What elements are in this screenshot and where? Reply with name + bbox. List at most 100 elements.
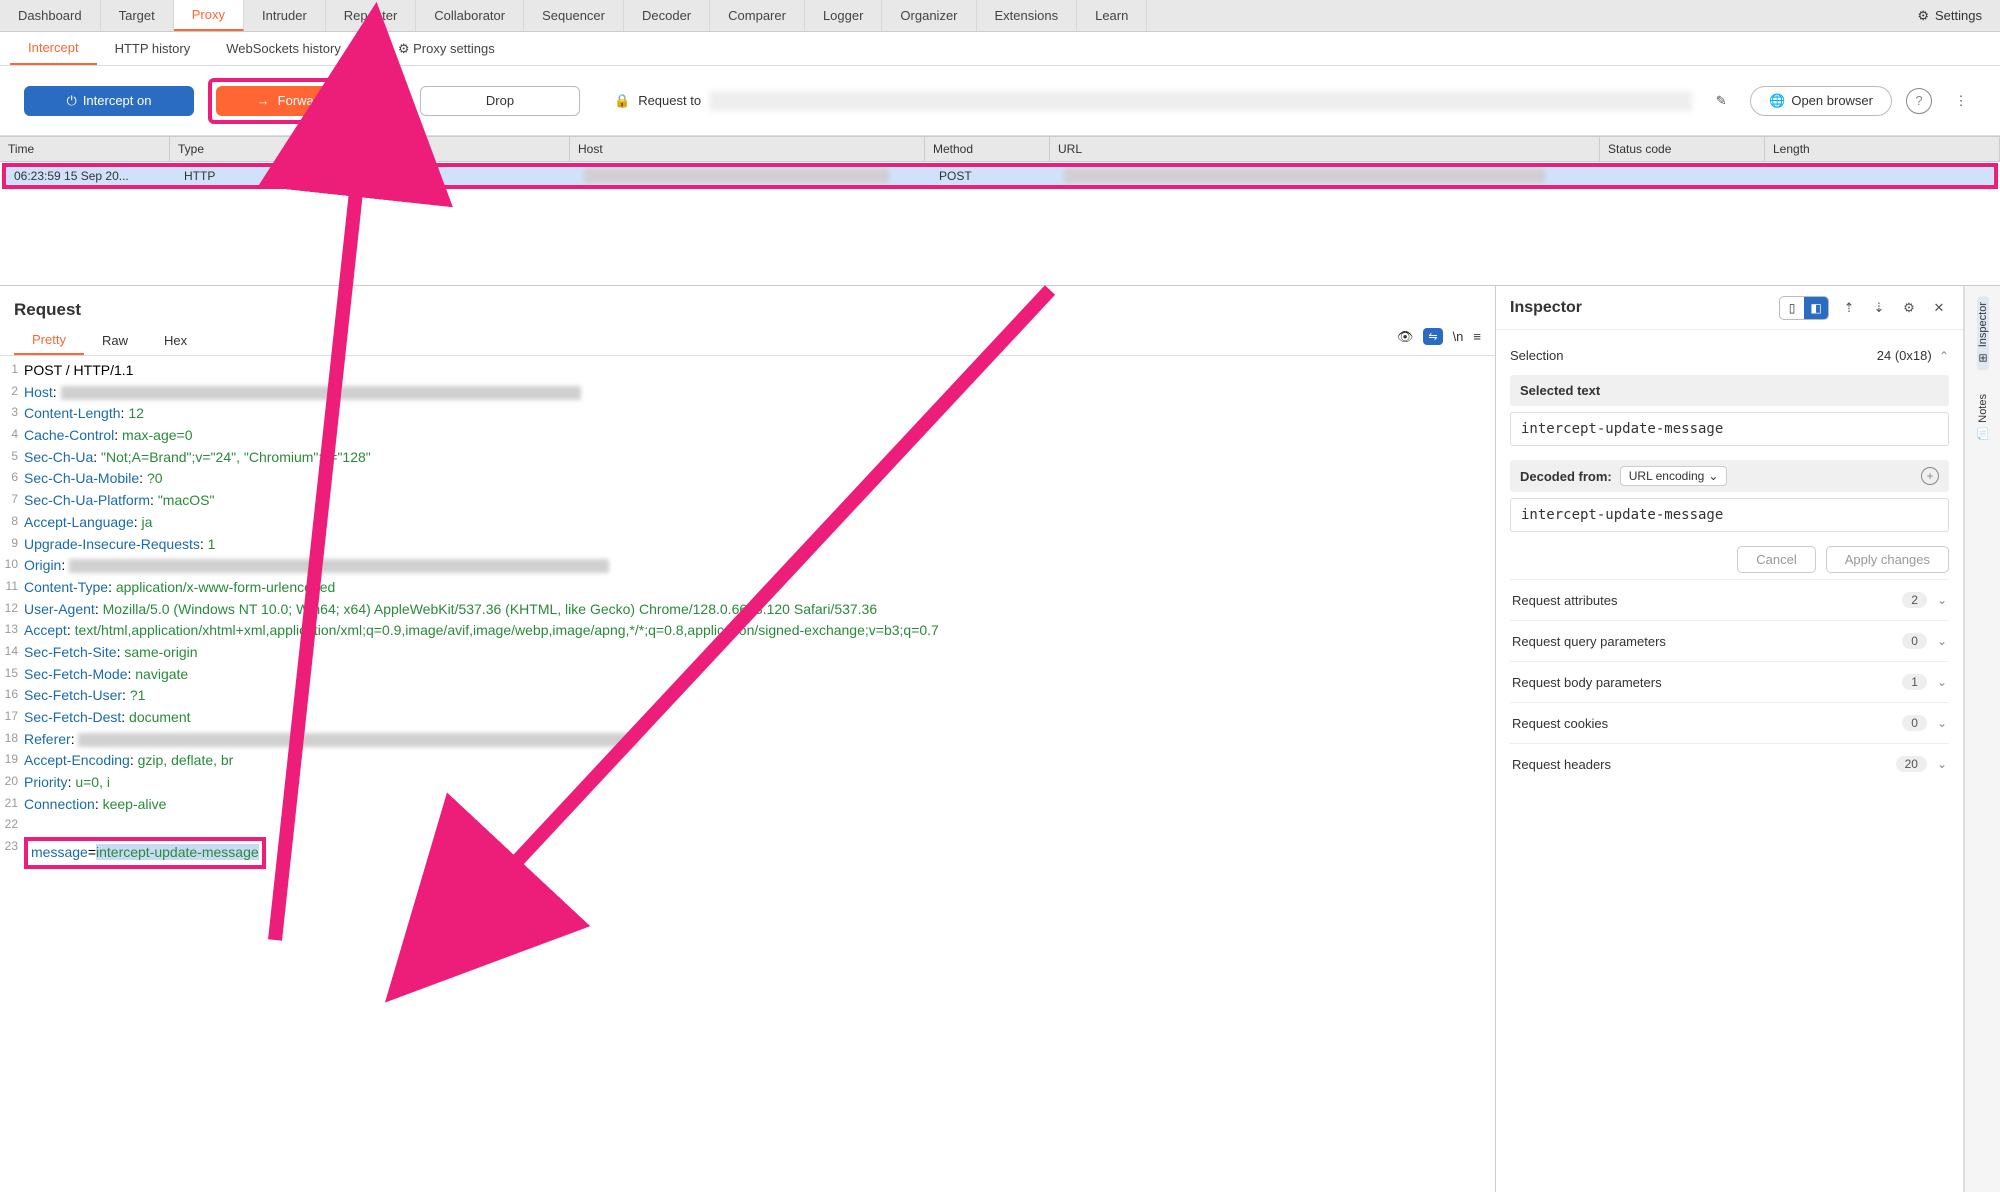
- rail-notes-tab[interactable]: 📄 Notes: [1976, 388, 1990, 446]
- th-length[interactable]: Length: [1765, 137, 2000, 161]
- inspector-section-request-query-parameters[interactable]: Request query parameters0⌄: [1510, 620, 1949, 661]
- th-url[interactable]: URL: [1050, 137, 1600, 161]
- intercept-toggle-button[interactable]: ⏻ Intercept on: [24, 86, 194, 116]
- inspector-section-request-attributes[interactable]: Request attributes2⌄: [1510, 579, 1949, 620]
- selected-text-value[interactable]: intercept-update-message: [1510, 412, 1949, 446]
- request-destination: 🔒 Request to: [614, 91, 1692, 111]
- inspector-rail-icon: ⊞: [1978, 351, 1987, 364]
- rail-inspector-tab[interactable]: ⊞ Inspector: [1977, 296, 1989, 370]
- tab-comparer[interactable]: Comparer: [710, 0, 805, 31]
- tab-target[interactable]: Target: [101, 0, 174, 31]
- power-icon: ⏻: [67, 93, 77, 109]
- wrap-toggle[interactable]: ⇋: [1423, 328, 1442, 345]
- request-tab-raw[interactable]: Raw: [84, 326, 146, 355]
- chevron-down-icon: ⌄: [1937, 593, 1947, 607]
- subtab-intercept[interactable]: Intercept: [10, 32, 97, 65]
- globe-icon: 🌐: [1769, 93, 1785, 109]
- decoded-from-label: Decoded from:: [1520, 469, 1612, 484]
- selection-count: 24 (0x18): [1877, 348, 1932, 363]
- forward-highlight: → Forward ⌄: [208, 78, 406, 124]
- tab-dashboard[interactable]: Dashboard: [0, 0, 101, 31]
- inspector-section-request-body-parameters[interactable]: Request body parameters1⌄: [1510, 661, 1949, 702]
- add-decode-icon[interactable]: +: [1921, 467, 1939, 485]
- close-icon[interactable]: ✕: [1929, 293, 1949, 323]
- th-time[interactable]: Time: [0, 137, 170, 161]
- cell-url: [1056, 167, 1606, 185]
- request-tab-hex[interactable]: Hex: [146, 326, 205, 355]
- th-status-code[interactable]: Status code: [1600, 137, 1765, 161]
- chevron-down-icon: ⌄: [1937, 675, 1947, 689]
- apply-changes-button[interactable]: Apply changes: [1826, 546, 1949, 573]
- gear-icon[interactable]: ⚙: [1899, 293, 1919, 323]
- request-editor[interactable]: 1POST / HTTP/1.12Host: 3Content-Length: …: [0, 356, 1495, 1192]
- th-host[interactable]: Host: [570, 137, 925, 161]
- drop-button[interactable]: Drop: [420, 86, 580, 116]
- inspector-panel: Inspector ▯◧ ⇡ ⇣ ⚙ ✕ Selection 24 (0x18)…: [1496, 286, 1964, 1192]
- kebab-menu-icon[interactable]: ⋮: [1946, 86, 1976, 116]
- notes-rail-icon: 📄: [1976, 427, 1990, 440]
- request-to-label: Request to: [638, 93, 701, 108]
- th-method[interactable]: Method: [925, 137, 1050, 161]
- edit-icon[interactable]: ✎: [1706, 86, 1736, 116]
- tab-organizer[interactable]: Organizer: [882, 0, 976, 31]
- forward-button[interactable]: → Forward: [216, 86, 366, 116]
- eye-off-icon[interactable]: 👁: [1397, 329, 1414, 345]
- tab-proxy[interactable]: Proxy: [174, 0, 244, 31]
- table-body: 06:23:59 15 Sep 20... HTTP Request POST: [0, 163, 2000, 189]
- th-direction[interactable]: Direction: [345, 137, 570, 161]
- proxy-sub-tabs: InterceptHTTP historyWebSockets history ⚙…: [0, 32, 2000, 66]
- main-tab-bar: DashboardTargetProxyIntruderRepeaterColl…: [0, 0, 2000, 32]
- tab-decoder[interactable]: Decoder: [624, 0, 710, 31]
- chevron-down-icon: ⌄: [1708, 469, 1718, 483]
- request-view-tabs: PrettyRawHex 👁 ⇋ \n ≡: [0, 326, 1495, 356]
- subtab-http-history[interactable]: HTTP history: [97, 32, 209, 65]
- tab-learn[interactable]: Learn: [1077, 0, 1147, 31]
- selected-text-header: Selected text: [1510, 375, 1949, 406]
- cell-type: HTTP: [176, 167, 351, 185]
- selection-label: Selection: [1510, 348, 1563, 363]
- settings-button[interactable]: ⚙Settings: [1899, 0, 2000, 31]
- intercept-label: Intercept on: [83, 93, 152, 108]
- tab-sequencer[interactable]: Sequencer: [524, 0, 624, 31]
- chevron-up-icon[interactable]: ⌃: [1939, 349, 1949, 363]
- cell-host: [576, 167, 931, 185]
- request-host-redacted: [709, 91, 1692, 111]
- request-panel: Request PrettyRawHex 👁 ⇋ \n ≡ 1POST / HTTP/1…: [0, 286, 1496, 1192]
- request-title: Request: [0, 286, 1495, 326]
- cancel-button[interactable]: Cancel: [1737, 546, 1815, 573]
- forward-dropdown-button[interactable]: ⌄: [366, 86, 398, 116]
- subtab-websockets-history[interactable]: WebSockets history: [208, 32, 359, 65]
- tab-intruder[interactable]: Intruder: [244, 0, 326, 31]
- gear-icon: ⚙: [398, 41, 410, 57]
- tab-extensions[interactable]: Extensions: [977, 0, 1078, 31]
- hamburger-icon[interactable]: ≡: [1473, 329, 1481, 344]
- table-row[interactable]: 06:23:59 15 Sep 20... HTTP Request POST: [2, 163, 1998, 189]
- table-header: TimeTypeDirectionHostMethodURLStatus cod…: [0, 136, 2000, 162]
- cell-status: [1606, 167, 1771, 185]
- intercept-queue-table: TimeTypeDirectionHostMethodURLStatus cod…: [0, 136, 2000, 286]
- tab-collaborator[interactable]: Collaborator: [416, 0, 524, 31]
- expand-up-icon[interactable]: ⇡: [1839, 293, 1859, 323]
- newline-icon[interactable]: \n: [1453, 329, 1464, 344]
- help-icon[interactable]: ?: [1906, 88, 1932, 114]
- cell-method: POST: [931, 167, 1056, 185]
- decode-method-select[interactable]: URL encoding⌄: [1620, 466, 1728, 486]
- cell-direction: Request: [351, 167, 576, 185]
- tab-logger[interactable]: Logger: [805, 0, 882, 31]
- inspector-section-request-headers[interactable]: Request headers20⌄: [1510, 743, 1949, 784]
- chevron-down-icon: ⌄: [377, 93, 388, 109]
- tab-repeater[interactable]: Repeater: [326, 0, 416, 31]
- decoded-text-value[interactable]: intercept-update-message: [1510, 498, 1949, 532]
- open-browser-label: Open browser: [1791, 93, 1873, 108]
- open-browser-button[interactable]: 🌐 Open browser: [1750, 86, 1892, 116]
- inspector-section-request-cookies[interactable]: Request cookies0⌄: [1510, 702, 1949, 743]
- proxy-settings-link[interactable]: ⚙ Proxy settings: [380, 32, 513, 65]
- chevron-down-icon: ⌄: [1937, 634, 1947, 648]
- cell-time: 06:23:59 15 Sep 20...: [6, 167, 176, 185]
- request-tab-pretty[interactable]: Pretty: [14, 326, 84, 355]
- th-type[interactable]: Type: [170, 137, 345, 161]
- arrow-right-icon: →: [257, 93, 270, 108]
- layout-toggle[interactable]: ▯◧: [1779, 296, 1829, 320]
- expand-down-icon[interactable]: ⇣: [1869, 293, 1889, 323]
- forward-label: Forward: [278, 93, 326, 108]
